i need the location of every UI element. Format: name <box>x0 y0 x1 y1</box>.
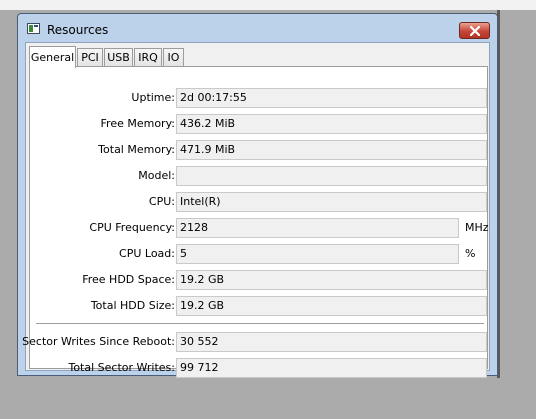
sector-writes-row: Sector Writes Since Reboot: 30 552 <box>22 332 487 352</box>
sector-writes-label: Sector Writes Since Reboot: <box>22 335 175 348</box>
model-label: Model: <box>138 169 175 182</box>
total-sector-writes-field[interactable]: 99 712 <box>176 358 487 378</box>
free-hdd-label: Free HDD Space: <box>82 273 175 286</box>
desktop-top-strip <box>0 0 536 10</box>
cpu-row: CPU: Intel(R) <box>30 192 487 212</box>
cpu-label: CPU: <box>148 195 175 208</box>
sector-writes-field[interactable]: 30 552 <box>176 332 487 352</box>
cpu-load-unit: % <box>465 247 476 260</box>
tab-io[interactable]: IO <box>163 48 184 67</box>
tab-pci[interactable]: PCI <box>77 48 103 67</box>
cpu-load-row: CPU Load: 5 % <box>30 244 487 264</box>
total-memory-label: Total Memory: <box>98 143 175 156</box>
tab-usb[interactable]: USB <box>104 48 133 67</box>
cpu-frequency-field[interactable]: 2128 <box>176 218 459 238</box>
cpu-frequency-label: CPU Frequency: <box>89 221 175 234</box>
app-window-icon <box>27 23 40 34</box>
close-button[interactable] <box>459 22 490 39</box>
free-memory-field[interactable]: 436.2 MiB <box>176 114 487 134</box>
free-memory-label: Free Memory: <box>100 117 175 130</box>
total-hdd-field[interactable]: 19.2 GB <box>176 296 487 316</box>
section-divider <box>36 323 484 325</box>
total-hdd-label: Total HDD Size: <box>90 299 175 312</box>
general-panel: Uptime: 2d 00:17:55 Free Memory: 436.2 M… <box>22 66 489 378</box>
close-icon <box>470 26 480 36</box>
total-sector-writes-row: Total Sector Writes: 99 712 <box>30 358 487 378</box>
window-title: Resources <box>47 23 109 37</box>
model-field[interactable] <box>176 166 487 186</box>
cpu-frequency-row: CPU Frequency: 2128 MHz <box>30 218 489 238</box>
total-sector-writes-label: Total Sector Writes: <box>68 361 175 374</box>
uptime-row: Uptime: 2d 00:17:55 <box>30 88 487 108</box>
window-client-area: General PCI USB IRQ IO Uptime: 2d 00:17:… <box>22 42 490 378</box>
tab-general[interactable]: General <box>29 46 76 68</box>
model-row: Model: <box>30 166 487 186</box>
title-bar[interactable]: Resources <box>18 14 497 42</box>
free-hdd-row: Free HDD Space: 19.2 GB <box>30 270 487 290</box>
cpu-field[interactable]: Intel(R) <box>176 192 487 212</box>
free-memory-row: Free Memory: 436.2 MiB <box>30 114 487 134</box>
free-hdd-field[interactable]: 19.2 GB <box>176 270 487 290</box>
total-hdd-row: Total HDD Size: 19.2 GB <box>30 296 487 316</box>
total-memory-row: Total Memory: 471.9 MiB <box>30 140 487 160</box>
tab-irq[interactable]: IRQ <box>134 48 162 67</box>
cpu-frequency-unit: MHz <box>465 221 489 234</box>
cpu-load-label: CPU Load: <box>119 247 175 260</box>
resources-window: Resources General PCI USB IRQ IO Uptime:… <box>17 13 498 378</box>
cpu-load-field[interactable]: 5 <box>176 244 459 264</box>
uptime-label: Uptime: <box>131 91 175 104</box>
total-memory-field[interactable]: 471.9 MiB <box>176 140 487 160</box>
uptime-field[interactable]: 2d 00:17:55 <box>176 88 487 108</box>
